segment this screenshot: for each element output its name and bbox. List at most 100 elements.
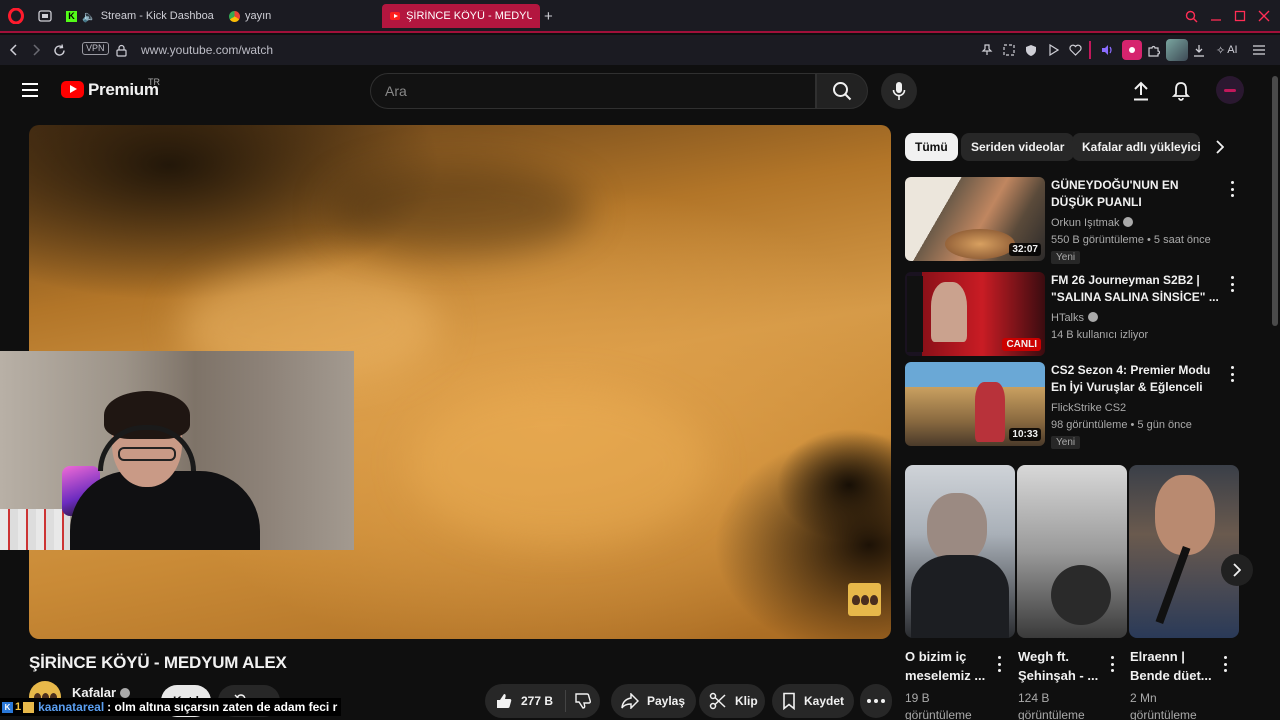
lock-icon[interactable] bbox=[116, 42, 127, 58]
account-avatar[interactable] bbox=[1216, 76, 1244, 104]
page-scrollbar[interactable] bbox=[1270, 68, 1280, 720]
scrollbar-thumb[interactable] bbox=[1272, 76, 1278, 326]
video-thumbnail[interactable]: CANLI bbox=[905, 272, 1045, 356]
youtube-logo-icon[interactable] bbox=[61, 81, 84, 98]
back-icon[interactable] bbox=[9, 42, 19, 58]
channel-name[interactable]: Orkun Işıtmak bbox=[1051, 217, 1134, 229]
channel-name-text: HTalks bbox=[1051, 312, 1085, 324]
maximize-icon[interactable] bbox=[1234, 0, 1246, 32]
video-title[interactable]: CS2 Sezon 4: Premier Modu En İyi Vuruşla… bbox=[1051, 362, 1221, 398]
vpn-badge[interactable]: VPN bbox=[82, 42, 109, 55]
minimize-icon[interactable] bbox=[1210, 0, 1222, 32]
hamburger-menu-icon[interactable] bbox=[22, 83, 38, 97]
chips-next-button[interactable] bbox=[1206, 133, 1234, 161]
voice-search-button[interactable] bbox=[881, 73, 917, 109]
dislike-button[interactable] bbox=[566, 692, 600, 710]
short-views-label: görüntüleme bbox=[1018, 708, 1085, 720]
video-thumbnail[interactable]: 32:07 bbox=[905, 177, 1045, 261]
snapshot-icon[interactable] bbox=[1003, 42, 1015, 58]
tab-youtube-video[interactable]: ŞİRİNCE KÖYÜ - MEDYUM bbox=[382, 4, 540, 28]
new-tab-button[interactable]: + bbox=[544, 0, 553, 32]
search-tabs-icon[interactable] bbox=[1185, 0, 1198, 32]
video-meta: 550 B görüntüleme • 5 saat önce bbox=[1051, 234, 1211, 246]
microphone-icon bbox=[892, 82, 906, 100]
like-button[interactable]: 277 B bbox=[485, 692, 565, 710]
tab-yayin[interactable]: yayın bbox=[229, 0, 271, 32]
tab-label: yayın bbox=[245, 10, 272, 22]
opera-logo-icon[interactable] bbox=[8, 0, 24, 32]
tab-list-icon[interactable] bbox=[38, 0, 52, 32]
channel-watermark[interactable] bbox=[848, 583, 881, 616]
more-horizontal-icon bbox=[867, 699, 885, 703]
share-button[interactable]: Paylaş bbox=[611, 684, 696, 718]
extension-active-icon[interactable] bbox=[1122, 40, 1142, 60]
short-thumbnail[interactable] bbox=[1129, 465, 1239, 638]
profile-avatar[interactable] bbox=[1166, 39, 1188, 61]
forward-icon[interactable] bbox=[31, 42, 41, 58]
scissors-icon bbox=[709, 692, 726, 710]
short-title[interactable]: O bizim iç meselemiz ... bbox=[905, 647, 987, 685]
video-frame-highlight bbox=[409, 385, 709, 545]
chat-message: : olm altına sıçarsın zaten de adam feci… bbox=[107, 700, 338, 714]
upload-icon bbox=[1134, 81, 1148, 101]
thumbnail-person bbox=[927, 493, 987, 563]
video-thumbnail[interactable]: 10:33 bbox=[905, 362, 1045, 446]
more-vert-icon[interactable] bbox=[1108, 656, 1116, 672]
puzzle-icon[interactable] bbox=[1147, 42, 1160, 58]
thumbnail-character bbox=[975, 382, 1005, 442]
more-vert-icon[interactable] bbox=[995, 656, 1003, 672]
recommended-video[interactable]: CANLI FM 26 Journeyman S2B2 | "SALINA SA… bbox=[905, 272, 1245, 356]
search-input[interactable]: Ara bbox=[370, 73, 816, 109]
download-icon[interactable] bbox=[1193, 42, 1205, 58]
short-thumbnail[interactable] bbox=[905, 465, 1015, 638]
more-vert-icon[interactable] bbox=[1228, 366, 1236, 382]
upload-button[interactable] bbox=[1128, 78, 1154, 104]
recommended-video[interactable]: 10:33 CS2 Sezon 4: Premier Modu En İyi V… bbox=[905, 362, 1245, 449]
more-vert-icon[interactable] bbox=[1228, 181, 1236, 197]
reload-icon[interactable] bbox=[53, 42, 66, 58]
webcam-overlay bbox=[0, 351, 354, 550]
shorts-next-button[interactable] bbox=[1221, 554, 1253, 586]
pin-icon[interactable] bbox=[981, 42, 993, 58]
recommended-video[interactable]: 32:07 GÜNEYDOĞU'NUN EN DÜŞÜK PUANLI REST… bbox=[905, 177, 1245, 264]
play-icon[interactable] bbox=[1047, 42, 1059, 58]
heart-icon[interactable] bbox=[1069, 42, 1082, 58]
save-button[interactable]: Kaydet bbox=[772, 684, 854, 718]
chip-uploader-videos[interactable]: Kafalar adlı yükleyicid bbox=[1072, 133, 1200, 161]
volume-icon[interactable] bbox=[1101, 42, 1115, 58]
chip-all[interactable]: Tümü bbox=[905, 133, 958, 161]
channel-name[interactable]: HTalks bbox=[1051, 312, 1099, 324]
url-field[interactable]: www.youtube.com/watch bbox=[141, 42, 273, 58]
video-title[interactable]: FM 26 Journeyman S2B2 | "SALINA SALINA S… bbox=[1051, 272, 1221, 306]
search-placeholder: Ara bbox=[385, 83, 407, 99]
video-meta: 98 görüntüleme • 5 gün önce bbox=[1051, 419, 1192, 431]
menu-icon[interactable] bbox=[1253, 42, 1265, 58]
clip-button[interactable]: Klip bbox=[699, 684, 765, 718]
notifications-button[interactable] bbox=[1168, 78, 1194, 104]
bell-icon bbox=[1172, 82, 1190, 101]
video-title[interactable]: GÜNEYDOĞU'NUN EN DÜŞÜK PUANLI RESTORANTL… bbox=[1051, 177, 1221, 213]
more-vert-icon[interactable] bbox=[1228, 276, 1236, 292]
mute-icon[interactable]: 🔈 bbox=[82, 10, 96, 23]
short-views: 2 Mn görüntüleme bbox=[1130, 690, 1197, 720]
short-views: 124 B görüntüleme bbox=[1018, 690, 1085, 720]
more-vert-icon[interactable] bbox=[1221, 656, 1229, 672]
search-button[interactable] bbox=[816, 73, 868, 109]
webcam-desk bbox=[0, 509, 70, 550]
short-title[interactable]: Elraenn | Bende düet... bbox=[1130, 647, 1212, 685]
share-icon bbox=[621, 693, 639, 709]
address-bar: VPN www.youtube.com/watch ✧ AI bbox=[0, 35, 1280, 65]
chip-series-videos[interactable]: Seriden videolar bbox=[961, 133, 1075, 161]
tab-kick-dashboard[interactable]: K 🔈 Stream - Kick Dashboa bbox=[66, 0, 214, 32]
close-icon[interactable] bbox=[1258, 0, 1270, 32]
more-actions-button[interactable] bbox=[860, 684, 892, 718]
clip-label: Klip bbox=[735, 694, 758, 708]
short-thumbnail[interactable] bbox=[1017, 465, 1127, 638]
ai-button[interactable]: ✧ AI bbox=[1216, 42, 1238, 58]
video-title: ŞİRİNCE KÖYÜ - MEDYUM ALEX bbox=[29, 653, 287, 672]
short-views: 19 B görüntüleme bbox=[905, 690, 972, 720]
short-title[interactable]: Wegh ft. Şehinşah - ... bbox=[1018, 647, 1100, 685]
ai-label: AI bbox=[1227, 44, 1238, 56]
channel-name[interactable]: FlickStrike CS2 bbox=[1051, 402, 1126, 414]
shield-icon[interactable] bbox=[1025, 42, 1037, 58]
